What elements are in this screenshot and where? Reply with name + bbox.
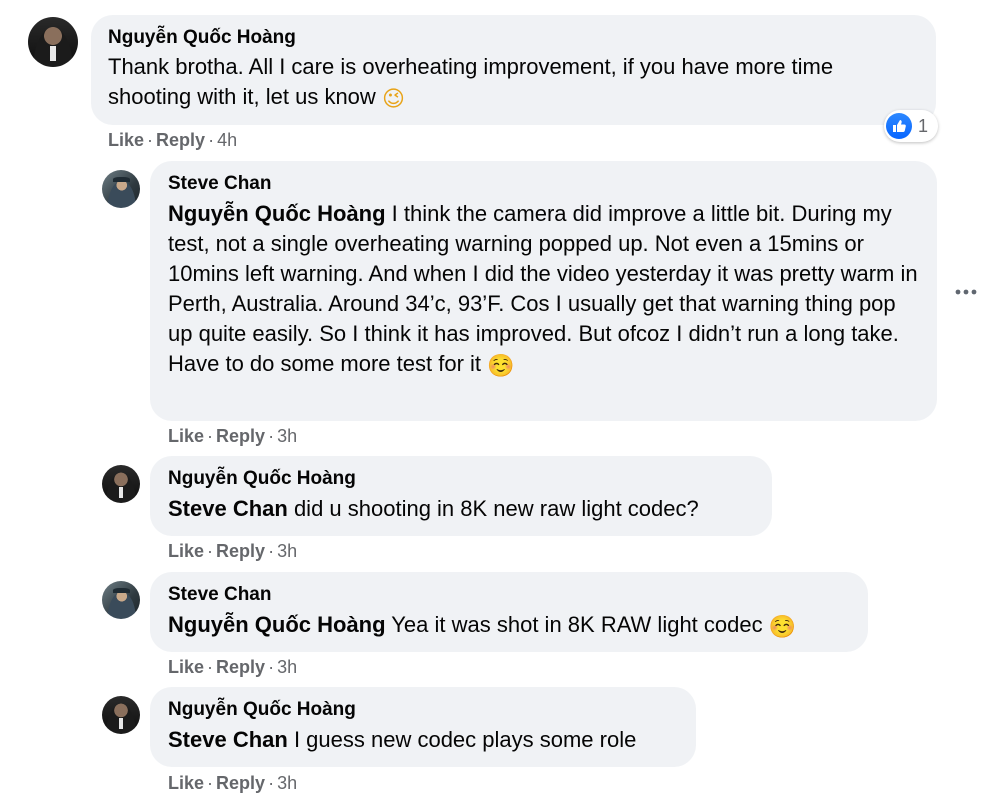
separator: · (268, 541, 275, 561)
comment-body: did u shooting in 8K new raw light codec… (287, 496, 699, 521)
comment-bubble: Nguyễn Quốc Hoàng Thank brotha. All I ca… (91, 15, 936, 125)
separator: · (147, 130, 154, 150)
mention-link[interactable]: Steve Chan (168, 496, 288, 521)
comment-author[interactable]: Nguyễn Quốc Hoàng (168, 467, 754, 491)
comment-text: Nguyễn Quốc Hoàng I think the camera did… (168, 199, 919, 379)
comment-text: Steve Chan I guess new codec plays some … (168, 725, 678, 755)
comment-author[interactable]: Steve Chan (168, 172, 919, 196)
separator: · (268, 426, 275, 446)
reaction-count: 1 (918, 115, 929, 136)
avatar[interactable] (28, 17, 78, 67)
comment-text: Nguyễn Quốc Hoàng Yea it was shot in 8K … (168, 610, 850, 640)
comment-author[interactable]: Steve Chan (168, 583, 850, 607)
separator: · (268, 773, 275, 793)
comment-actions: Like · Reply · 3h (168, 425, 297, 447)
reaction-summary[interactable]: 1 (884, 110, 939, 142)
mention-link[interactable]: Nguyễn Quốc Hoàng (168, 201, 386, 226)
separator: · (268, 657, 275, 677)
comment-actions: Like · Reply · 3h (168, 772, 297, 794)
comment-text: Steve Chan did u shooting in 8K new raw … (168, 494, 754, 524)
like-button[interactable]: Like (168, 773, 204, 793)
comment-timestamp[interactable]: 3h (277, 657, 297, 677)
reply-button[interactable]: Reply (216, 773, 265, 793)
comment-bubble: Steve Chan Nguyễn Quốc Hoàng I think the… (150, 161, 937, 421)
comment-timestamp[interactable]: 3h (277, 541, 297, 561)
comment-body: Yea it was shot in 8K RAW light codec (385, 612, 763, 637)
comment-bubble: Nguyễn Quốc Hoàng Steve Chan did u shoot… (150, 456, 772, 536)
avatar[interactable] (102, 170, 140, 208)
smiling-emoji-icon: ☺️ (768, 615, 797, 640)
separator: · (207, 773, 214, 793)
more-options-icon (955, 289, 977, 295)
comment-text: Thank brotha. All I care is overheating … (108, 52, 918, 112)
avatar[interactable] (102, 465, 140, 503)
like-button[interactable]: Like (168, 657, 204, 677)
reply-button[interactable]: Reply (156, 130, 205, 150)
wink-emoji-icon: 😉 (381, 87, 405, 112)
thumbs-up-icon (886, 113, 912, 139)
comment-actions: Like · Reply · 4h (108, 129, 237, 151)
reply-button[interactable]: Reply (216, 657, 265, 677)
comment-body: Thank brotha. All I care is overheating … (108, 54, 834, 109)
reply-button[interactable]: Reply (216, 541, 265, 561)
mention-link[interactable]: Steve Chan (168, 727, 288, 752)
comment-body: I think the camera did improve a little … (168, 201, 918, 376)
comment-timestamp[interactable]: 3h (277, 773, 297, 793)
like-button[interactable]: Like (108, 130, 144, 150)
avatar[interactable] (102, 696, 140, 734)
comment-timestamp[interactable]: 4h (217, 130, 237, 150)
separator: · (208, 130, 215, 150)
separator: · (207, 657, 214, 677)
smiling-emoji-icon: ☺️ (487, 354, 515, 379)
like-button[interactable]: Like (168, 426, 204, 446)
like-button[interactable]: Like (168, 541, 204, 561)
comment-timestamp[interactable]: 3h (277, 426, 297, 446)
comment-actions: Like · Reply · 3h (168, 540, 297, 562)
avatar[interactable] (102, 581, 140, 619)
comment-body: I guess new codec plays some role (287, 727, 637, 752)
reply-button[interactable]: Reply (216, 426, 265, 446)
comment-author[interactable]: Nguyễn Quốc Hoàng (108, 26, 918, 50)
separator: · (207, 541, 214, 561)
comment-bubble: Nguyễn Quốc Hoàng Steve Chan I guess new… (150, 687, 696, 767)
separator: · (207, 426, 214, 446)
comment-bubble: Steve Chan Nguyễn Quốc Hoàng Yea it was … (150, 572, 868, 652)
mention-link[interactable]: Nguyễn Quốc Hoàng (168, 612, 386, 637)
comment-author[interactable]: Nguyễn Quốc Hoàng (168, 698, 678, 722)
more-options-button[interactable] (950, 276, 982, 308)
comment-actions: Like · Reply · 3h (168, 656, 297, 678)
